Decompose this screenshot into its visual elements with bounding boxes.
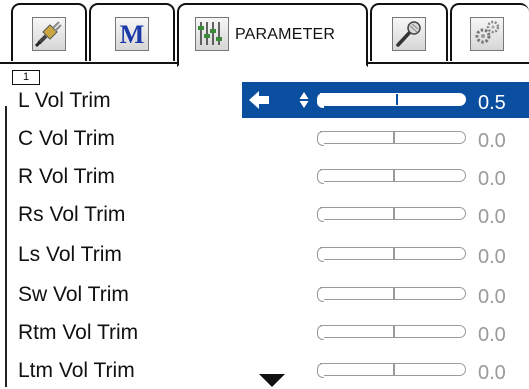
level-slider[interactable] [317,92,466,108]
tab-microphone[interactable] [370,3,448,61]
list-row-c-vol-trim[interactable]: C Vol Trim 0.0 [0,119,529,157]
row-value: 0.5 [478,92,506,114]
level-slider[interactable] [317,206,466,222]
row-label: Ls Vol Trim [18,243,122,266]
mixer-sliders-icon [195,17,229,51]
tab-mode[interactable]: M [89,3,175,61]
tab-parameter-label: PARAMETER [235,26,336,43]
slider-thumb[interactable] [393,132,395,143]
row-label: R Vol Trim [18,165,115,188]
level-slider[interactable] [317,362,466,378]
list-row-r-vol-trim[interactable]: R Vol Trim 0.0 [0,157,529,195]
list-row-sw-vol-trim[interactable]: Sw Vol Trim 0.0 [0,275,529,313]
row-value: 0.0 [478,246,506,268]
row-label: Sw Vol Trim [18,283,129,306]
level-slider[interactable] [317,286,466,302]
tab-parameter[interactable]: PARAMETER [177,3,368,67]
row-label: C Vol Trim [18,127,115,150]
row-value: 0.0 [478,206,506,228]
slider-thumb[interactable] [393,288,395,299]
row-value: 0.0 [478,324,506,346]
slider-thumb[interactable] [393,208,395,219]
m-logo-icon: M [115,17,149,51]
level-slider[interactable] [317,130,466,146]
slider-thumb[interactable] [393,170,395,181]
slider-thumb[interactable] [393,326,395,337]
row-label: L Vol Trim [18,89,111,112]
row-value: 0.0 [478,362,506,384]
scroll-down-arrow-icon[interactable] [259,374,285,387]
row-value: 0.0 [478,286,506,308]
level-slider[interactable] [317,246,466,262]
row-label: Rtm Vol Trim [18,321,139,344]
list-row-l-vol-trim[interactable]: L Vol Trim 0.5 [0,81,529,119]
up-down-arrows-icon[interactable] [299,91,309,109]
microphone-icon [392,17,426,51]
row-value: 0.0 [478,130,506,152]
row-label: Ltm Vol Trim [18,359,135,382]
slider-thumb[interactable] [393,364,395,375]
slider-thumb[interactable] [393,248,395,259]
tab-connect[interactable] [11,3,87,61]
row-value: 0.0 [478,168,506,190]
list-row-rtm-vol-trim[interactable]: Rtm Vol Trim 0.0 [0,313,529,351]
tab-bar: M PARAMETER [0,0,529,67]
row-label: Rs Vol Trim [18,203,126,226]
level-slider[interactable] [317,324,466,340]
gears-icon [470,17,504,51]
cable-plug-icon [32,17,66,51]
list-row-rs-vol-trim[interactable]: Rs Vol Trim 0.0 [0,195,529,233]
tab-settings[interactable] [450,3,529,61]
level-slider[interactable] [317,168,466,184]
list-row-ls-vol-trim[interactable]: Ls Vol Trim 0.0 [0,235,529,273]
left-arrow-icon[interactable] [248,90,270,110]
slider-thumb[interactable] [395,94,398,105]
